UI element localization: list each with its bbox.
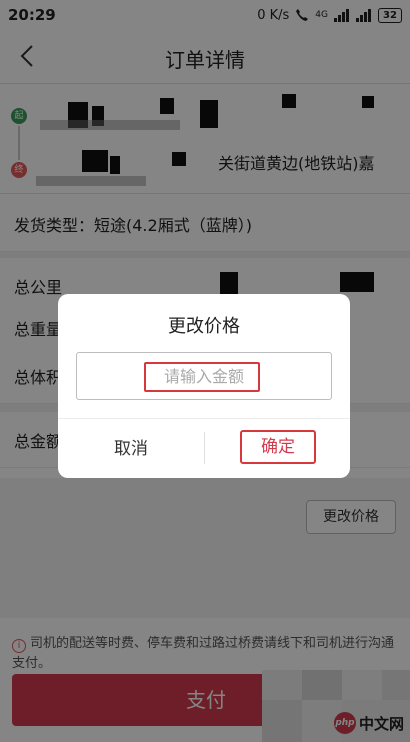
dialog-divider [58,418,350,419]
amount-input[interactable] [76,352,332,400]
cancel-button[interactable]: 取消 [58,432,204,466]
change-price-dialog: 更改价格 取消 确定 [58,294,350,478]
dialog-title: 更改价格 [168,316,240,337]
confirm-button[interactable]: 确定 [240,430,316,464]
button-divider [204,432,205,464]
